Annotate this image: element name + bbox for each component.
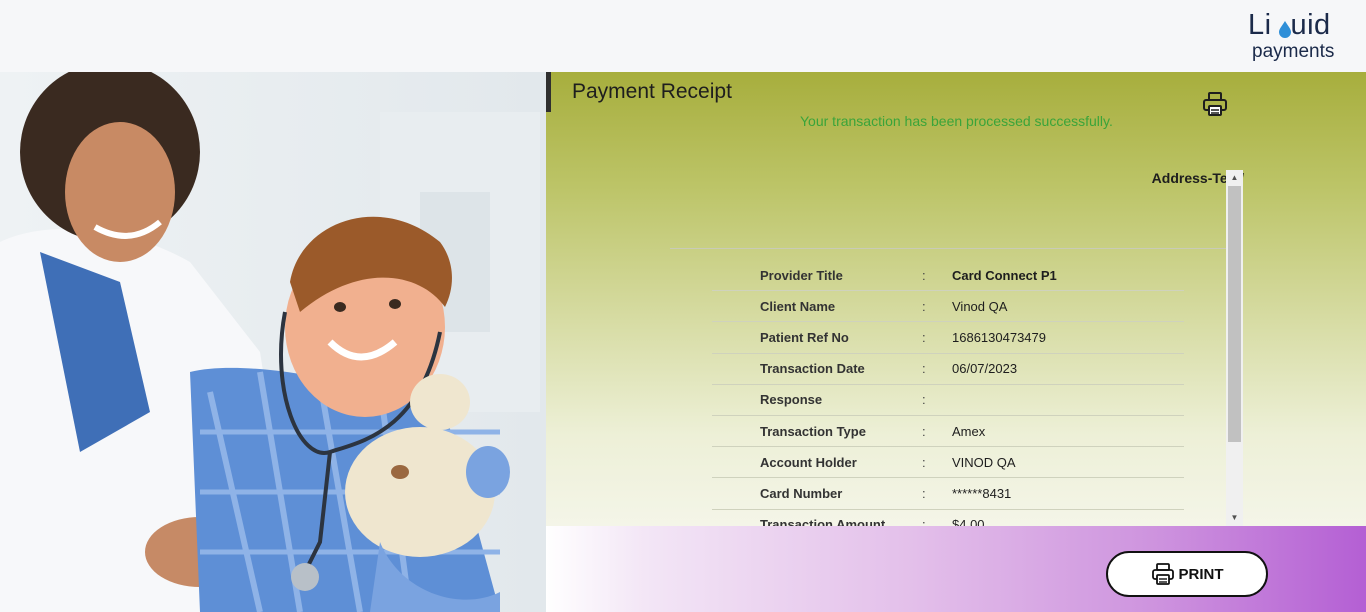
row-colon: :: [922, 267, 926, 283]
row-label: Patient Ref No: [760, 329, 849, 345]
title-accent-bar: [546, 72, 551, 112]
receipt-scroll-area[interactable]: Address-Test/ Provider Title : Card Conn…: [670, 170, 1244, 526]
page-title: Payment Receipt: [572, 80, 732, 103]
top-bar: Li uid payments: [0, 0, 1366, 72]
liquid-payments-logo[interactable]: Li uid payments: [1238, 6, 1354, 66]
row-label: Card Number: [760, 485, 843, 501]
row-label: Client Name: [760, 298, 836, 314]
printer-icon[interactable]: [1202, 91, 1228, 117]
row-colon: :: [922, 517, 926, 526]
table-row: Patient Ref No : 1686130473479: [712, 322, 1184, 354]
scrollbar-thumb[interactable]: [1228, 186, 1241, 442]
receipt-details-table: Provider Title : Card Connect P1 Client …: [712, 260, 1184, 526]
row-colon: :: [922, 329, 926, 345]
table-row: Card Number : ******8431: [712, 478, 1184, 510]
row-colon: :: [922, 454, 926, 470]
row-colon: :: [922, 423, 926, 439]
table-row: Transaction Type : Amex: [712, 416, 1184, 448]
row-label: Account Holder: [760, 454, 857, 470]
row-colon: :: [922, 298, 926, 314]
hero-image: [0, 72, 546, 612]
print-button-label: PRINT: [1178, 565, 1224, 583]
row-label: Provider Title: [760, 267, 843, 283]
row-value: ******8431: [952, 485, 1012, 501]
row-colon: :: [922, 485, 926, 501]
row-label: Transaction Amount: [760, 517, 886, 526]
logo-subtitle: payments: [1252, 41, 1335, 62]
row-label: Transaction Date: [760, 361, 865, 377]
footer-bar: PRINT: [546, 526, 1366, 612]
scroll-down-arrow-icon[interactable]: ▼: [1226, 510, 1243, 526]
vertical-scrollbar[interactable]: ▲ ▼: [1226, 170, 1243, 526]
row-value: VINOD QA: [952, 454, 1016, 470]
divider: [670, 248, 1226, 249]
row-colon: :: [922, 361, 926, 377]
row-value: Amex: [952, 423, 986, 439]
row-value: 06/07/2023: [952, 361, 1018, 377]
row-value: Card Connect P1: [952, 267, 1057, 283]
row-label: Response: [760, 392, 823, 408]
success-message: Your transaction has been processed succ…: [800, 113, 1113, 129]
scroll-up-arrow-icon[interactable]: ▲: [1226, 170, 1243, 186]
table-row: Response :: [712, 385, 1184, 416]
row-value: 1686130473479: [952, 329, 1046, 345]
table-row: Account Holder : VINOD QA: [712, 447, 1184, 479]
row-value: Vinod QA: [952, 298, 1008, 314]
receipt-panel: Payment Receipt Your transaction has bee…: [546, 72, 1366, 526]
row-value: $4.00: [952, 517, 985, 526]
row-label: Transaction Type: [760, 423, 866, 439]
table-row: Client Name : Vinod QA: [712, 291, 1184, 323]
row-colon: :: [922, 392, 926, 408]
table-row: Provider Title : Card Connect P1: [712, 260, 1184, 292]
table-row: Transaction Date : 06/07/2023: [712, 354, 1184, 385]
printer-icon: [1151, 563, 1174, 585]
print-button[interactable]: PRINT: [1106, 551, 1268, 597]
table-row: Transaction Amount : $4.00: [712, 510, 1184, 526]
water-drop-icon: [1279, 21, 1291, 38]
